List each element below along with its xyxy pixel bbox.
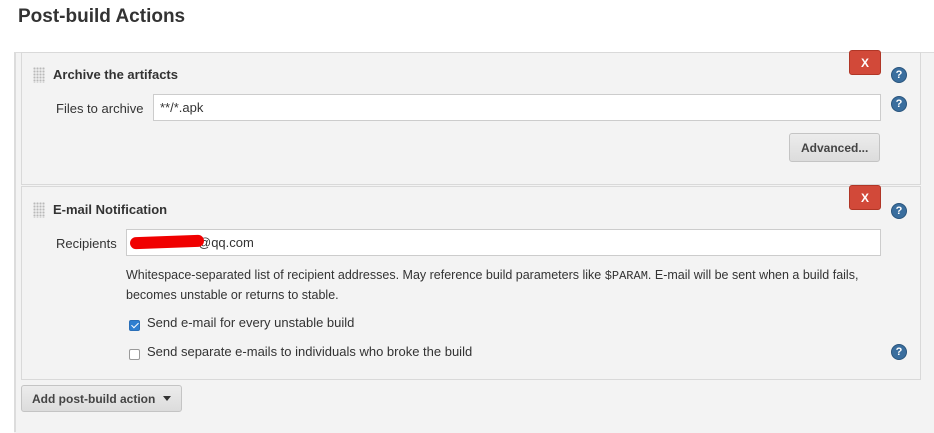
recipients-input[interactable]: @qq.com	[126, 229, 881, 256]
help-icon[interactable]: ?	[891, 96, 907, 112]
email-section-title: E-mail Notification	[53, 202, 168, 217]
help-icon[interactable]: ?	[891, 203, 907, 219]
individuals-checkbox[interactable]	[129, 349, 140, 360]
help-icon[interactable]: ?	[891, 344, 907, 360]
container-divider	[14, 52, 16, 432]
add-post-build-action-label: Add post-build action	[32, 391, 156, 406]
recipients-label: Recipients	[56, 236, 117, 251]
description-param-code: $PARAM	[604, 269, 648, 283]
individuals-label: Send separate e-mails to individuals who…	[147, 344, 473, 359]
archive-section-title: Archive the artifacts	[53, 67, 178, 82]
drag-handle-icon[interactable]	[33, 67, 45, 83]
add-post-build-action-button[interactable]: Add post-build action	[21, 385, 183, 412]
caret-down-icon	[163, 396, 172, 401]
description-text-start: Whitespace-separated list of recipient a…	[126, 268, 605, 282]
files-to-archive-input[interactable]	[153, 94, 881, 121]
unstable-build-checkbox[interactable]	[129, 320, 140, 331]
help-icon[interactable]: ?	[891, 67, 907, 83]
unstable-build-label: Send e-mail for every unstable build	[147, 315, 355, 330]
redaction-mark	[129, 234, 205, 250]
advanced-button[interactable]: Advanced...	[789, 133, 881, 162]
drag-handle-icon[interactable]	[33, 202, 45, 218]
delete-email-button[interactable]: X	[849, 185, 881, 210]
recipients-description: Whitespace-separated list of recipient a…	[126, 266, 886, 305]
recipients-value: @qq.com	[198, 235, 254, 250]
files-to-archive-label: Files to archive	[56, 101, 144, 116]
page-title: Post-build Actions	[18, 6, 186, 27]
archive-artifacts-section: Archive the artifacts X ? Files to archi…	[21, 50, 921, 185]
delete-archive-button[interactable]: X	[849, 50, 881, 75]
